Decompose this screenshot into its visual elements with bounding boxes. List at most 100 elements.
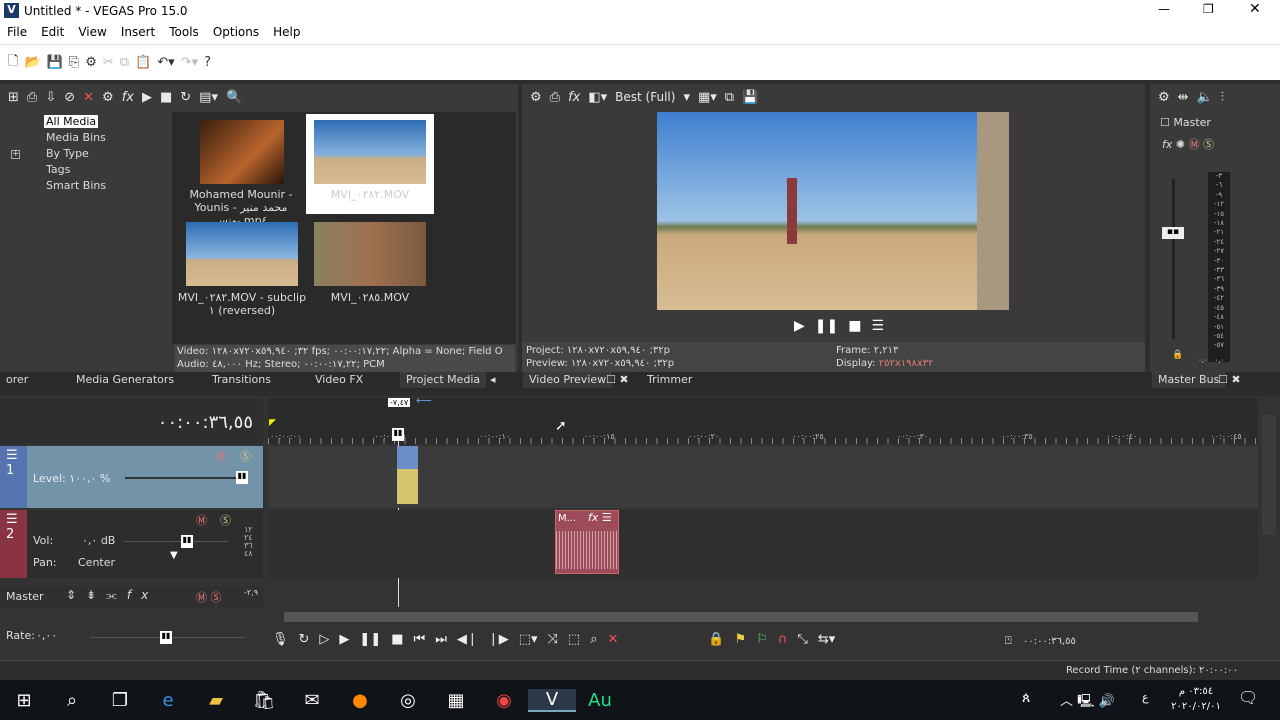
menu-icon[interactable]: ☰ xyxy=(871,318,884,334)
master-tools-icons[interactable]: ⇕⇟⫘fx xyxy=(66,588,158,603)
playhead-handle[interactable]: ▮▮ xyxy=(392,428,404,441)
search-icon[interactable]: 🔍 xyxy=(226,90,242,105)
paste-icon[interactable]: 📋 xyxy=(135,55,151,70)
checkbox-icon[interactable]: ☐ xyxy=(1160,116,1170,129)
device-icon[interactable]: ⎙ xyxy=(550,90,560,105)
save-snapshot-icon[interactable]: 💾 xyxy=(742,90,758,105)
play-icon[interactable]: ▶ xyxy=(142,90,152,105)
pause-icon[interactable]: ❚❚ xyxy=(359,632,381,647)
vegas-taskbar-icon[interactable]: V xyxy=(528,688,576,712)
vol-slider-handle[interactable]: ▮▮ xyxy=(181,535,193,548)
media-properties-icon[interactable]: ⚙ xyxy=(102,90,114,105)
tab-scroll-left-icon[interactable]: ◂ xyxy=(484,372,502,388)
lock-icon[interactable]: 🔒 xyxy=(708,632,724,647)
autopreview-icon[interactable]: ↻ xyxy=(180,90,191,105)
tab-explorer[interactable]: orer xyxy=(0,372,34,388)
media-item-name[interactable]: MVI_٠٢٨٢.MOV xyxy=(305,188,435,201)
marker-icon[interactable]: ⚑ xyxy=(735,632,747,647)
open-icon[interactable]: 📂 xyxy=(24,55,40,70)
master-fx-icons[interactable]: fx ✺ Ⓜ Ⓢ xyxy=(1162,136,1214,152)
store-icon[interactable]: 🛍 xyxy=(240,690,288,711)
rate-slider-handle[interactable]: ▮▮ xyxy=(160,631,172,644)
track-2-handle[interactable]: ☰ 2 xyxy=(0,510,27,578)
explorer-icon[interactable]: ▰ xyxy=(192,690,240,711)
notifications-icon[interactable]: 🗨 xyxy=(1238,688,1258,707)
render-icon[interactable]: ⎘ xyxy=(69,55,79,70)
master-fader-track[interactable] xyxy=(1172,179,1175,339)
tab-video-fx[interactable]: Video FX xyxy=(309,372,369,388)
split-screen-icon[interactable]: ◧▾ xyxy=(588,90,607,105)
media-item-name[interactable]: MVI_٠٢٨٥.MOV xyxy=(305,291,435,304)
tab-trimmer[interactable]: Trimmer xyxy=(641,372,698,388)
app-icon[interactable]: ◎ xyxy=(384,690,432,711)
play-icon[interactable]: ▶ xyxy=(339,632,349,647)
close-button[interactable]: ✕ xyxy=(1249,1,1261,17)
track-2-lane[interactable] xyxy=(268,510,1258,578)
mute-icon[interactable]: Ⓜ xyxy=(216,448,227,464)
mute-icon[interactable]: Ⓜ Ⓢ xyxy=(196,589,222,605)
marker-label[interactable]: -٧,٤٧ xyxy=(388,398,411,407)
people-icon[interactable]: ጰ xyxy=(1022,690,1030,706)
media-thumbnail[interactable] xyxy=(186,222,298,286)
record-icon[interactable]: 🎙 xyxy=(272,632,289,647)
save-icon[interactable]: 💾 xyxy=(47,55,63,70)
new-icon[interactable]: 🗋 xyxy=(8,52,18,74)
track-2-header[interactable]: ☰ 2 Ⓜ Ⓢ Vol: ٠,٠ dB ▮▮ Pan: Center ▼ ١٢ ٢٤… xyxy=(0,510,263,578)
capture-icon[interactable]: ⎙ xyxy=(27,90,37,105)
mail-icon[interactable]: ✉ xyxy=(288,690,336,711)
media-item-name[interactable]: MVI_٠٢٨٢.MOV - subclip ١ (reversed) xyxy=(177,291,307,317)
master-fader-handle[interactable]: ▪▪ xyxy=(1162,227,1184,239)
mute-icon[interactable]: Ⓜ xyxy=(196,512,207,528)
browser-icon[interactable]: ◉ xyxy=(480,690,528,711)
properties-icon[interactable]: ⚙ xyxy=(1158,90,1170,105)
envelope-icon[interactable]: ⤨ xyxy=(548,632,558,647)
play-from-start-icon[interactable]: ▷ xyxy=(319,632,329,647)
stop-icon[interactable]: ■ xyxy=(848,318,861,334)
media-thumbnail[interactable] xyxy=(314,222,426,286)
tree-all-media[interactable]: All Media xyxy=(28,114,106,130)
delete-icon[interactable]: ✕ xyxy=(83,90,94,105)
views-icon[interactable]: ▤▾ xyxy=(199,90,218,105)
import-icon[interactable]: ⊞ xyxy=(8,90,19,105)
media-thumbnail[interactable] xyxy=(200,120,284,184)
tree-tags[interactable]: Tags xyxy=(28,162,106,178)
mixer-icon[interactable]: ⫶ xyxy=(1221,90,1224,105)
firefox-icon[interactable]: ● xyxy=(336,690,384,711)
tree-by-type[interactable]: By Type xyxy=(28,146,106,162)
selection-icon[interactable]: ⬚ xyxy=(568,632,580,647)
clock[interactable]: ٠٣:٥٤ م ٢٠٢٠/٠٢/٠١ xyxy=(1166,684,1226,714)
tab-transitions[interactable]: Transitions xyxy=(206,372,277,388)
zoom-tool-icon[interactable]: ⌕ xyxy=(590,632,597,647)
pause-icon[interactable]: ❚❚ xyxy=(815,318,838,334)
vertical-scrollbar[interactable] xyxy=(1262,415,1276,535)
undock-icon[interactable]: ☐ ✖ xyxy=(1212,372,1247,388)
menu-tools[interactable]: Tools xyxy=(162,22,206,44)
speaker-icon[interactable]: 🔈 xyxy=(1197,90,1213,105)
undock-icon[interactable]: ☐ ✖ xyxy=(600,372,635,388)
task-view-icon[interactable]: ❐ xyxy=(96,690,144,711)
help-icon[interactable]: ? xyxy=(204,55,211,70)
media-thumbnail[interactable] xyxy=(314,120,426,184)
menu-file[interactable]: File xyxy=(0,22,34,44)
tab-media-generators[interactable]: Media Generators xyxy=(70,372,180,388)
loop-icon[interactable]: ↻ xyxy=(299,632,310,647)
language-indicator[interactable]: ع xyxy=(1142,691,1149,704)
audition-icon[interactable]: Au xyxy=(576,690,624,711)
menu-insert[interactable]: Insert xyxy=(114,22,162,44)
lock-icon[interactable]: 🔒 xyxy=(1172,350,1183,360)
play-icon[interactable]: ▶ xyxy=(794,318,805,334)
prev-frame-icon[interactable]: ◀❘ xyxy=(457,632,478,647)
redo-icon[interactable]: ↷▾ xyxy=(181,55,198,70)
pan-slider-handle[interactable]: ▼ xyxy=(170,550,178,561)
menu-view[interactable]: View xyxy=(71,22,113,44)
tray-icons[interactable]: ︿ 🖳 🔊 xyxy=(1060,690,1115,714)
go-start-icon[interactable]: ⏮ xyxy=(414,632,426,647)
loop-start-icon[interactable]: ◤ xyxy=(269,418,276,428)
minimize-button[interactable]: — xyxy=(1158,2,1170,16)
region-icon[interactable]: ⚐ xyxy=(756,632,768,647)
expand-icon[interactable]: ⇹ xyxy=(1178,90,1189,105)
stop-icon[interactable]: ■ xyxy=(160,90,172,105)
video-clip[interactable] xyxy=(397,446,418,504)
horizontal-scrollbar[interactable] xyxy=(284,612,1198,622)
tree-smart-bins[interactable]: Smart Bins xyxy=(28,178,106,194)
